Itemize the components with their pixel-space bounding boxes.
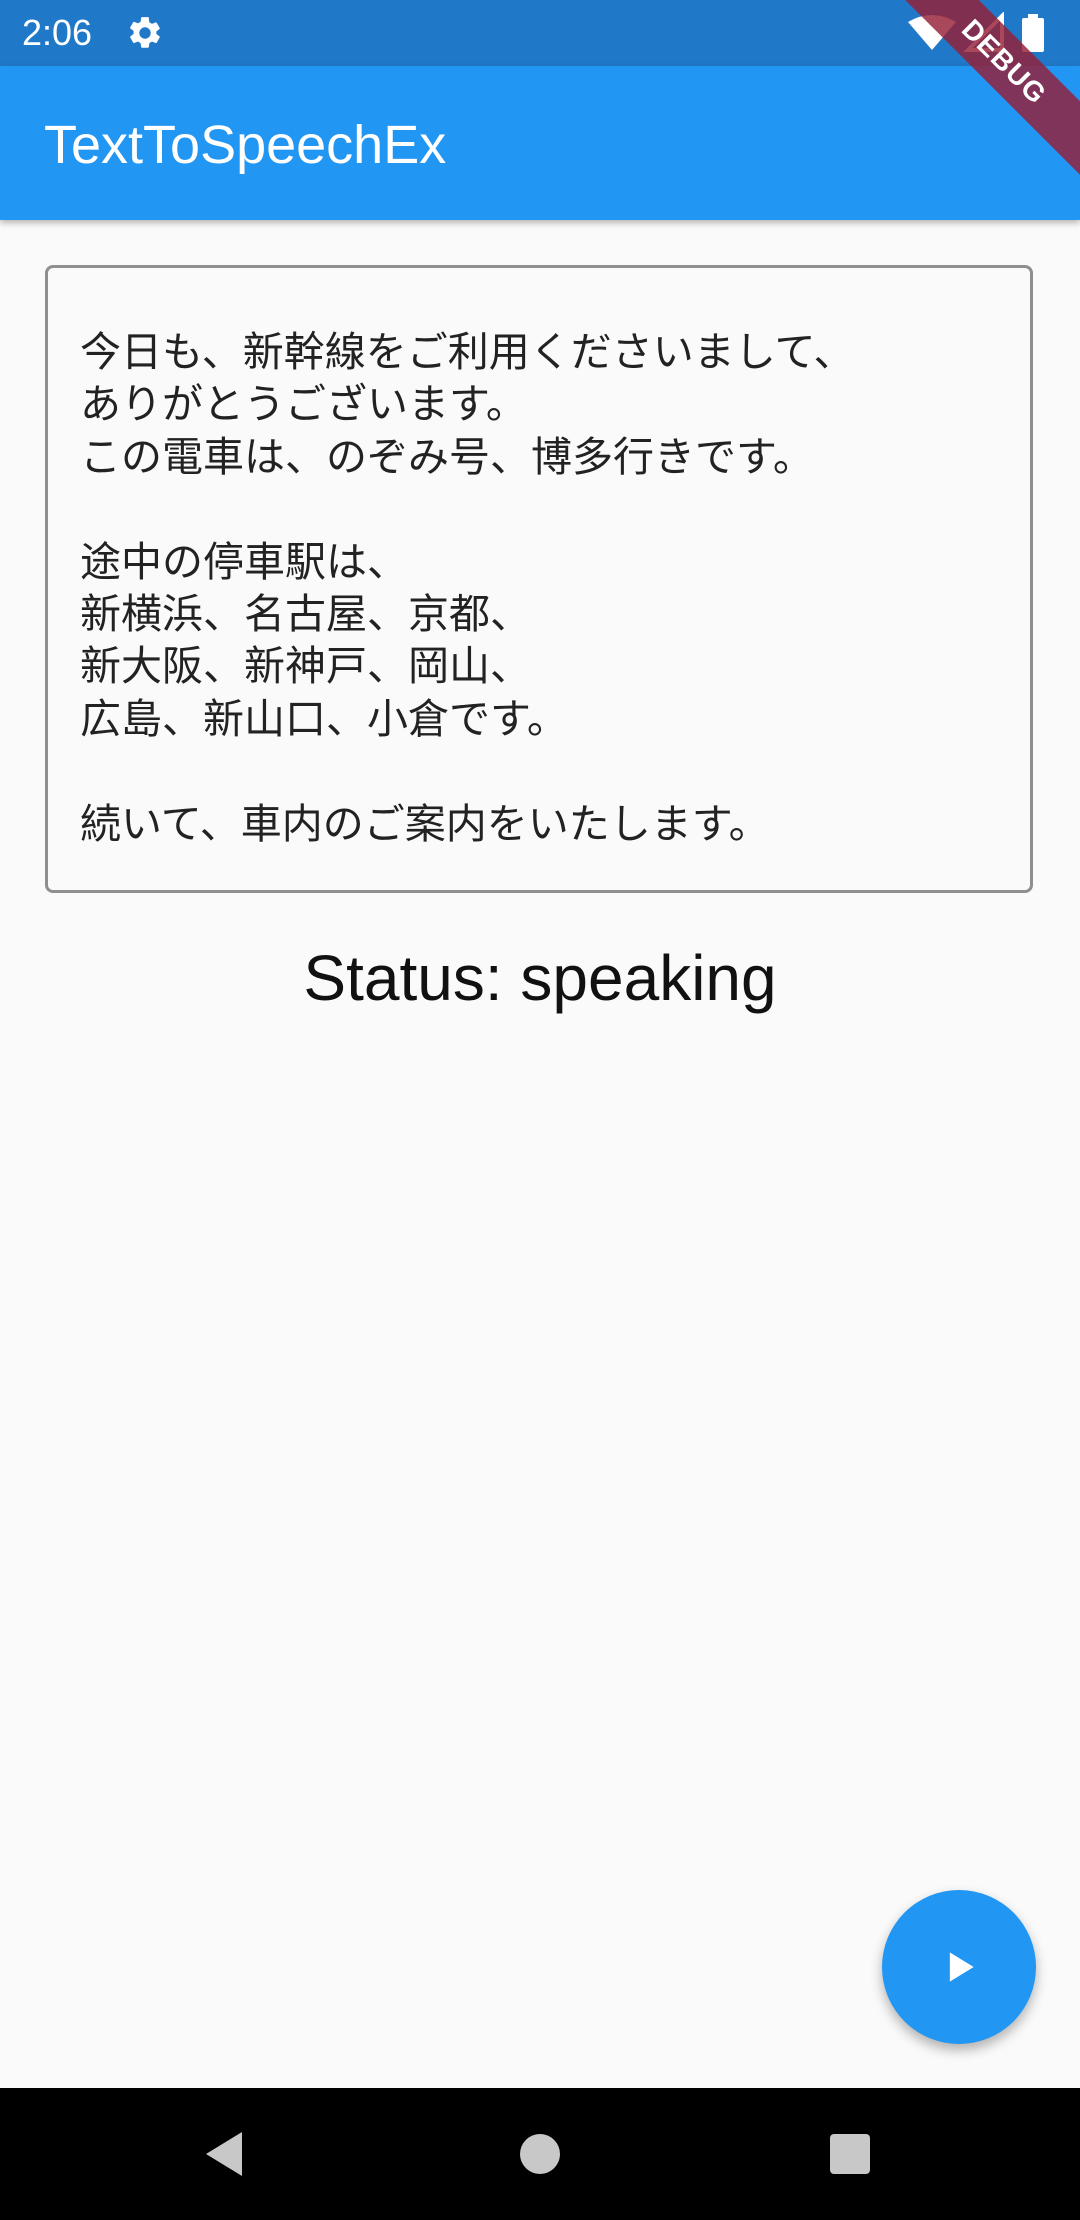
status-time: 2:06 bbox=[22, 12, 93, 53]
battery-icon bbox=[1022, 14, 1044, 52]
app-bar: TextToSpeechEx bbox=[0, 66, 1080, 220]
status-icons bbox=[908, 12, 1044, 52]
home-icon[interactable] bbox=[512, 2126, 568, 2182]
recents-icon[interactable] bbox=[822, 2126, 878, 2182]
speech-text[interactable]: 今日も、新幹線をご利用くださいまして、 ありがとうございます。 この電車は、のぞ… bbox=[80, 326, 1000, 850]
speech-text-field[interactable]: 今日も、新幹線をご利用くださいまして、 ありがとうございます。 この電車は、のぞ… bbox=[45, 265, 1033, 893]
play-button[interactable] bbox=[882, 1890, 1036, 2044]
play-icon bbox=[949, 1952, 974, 1982]
signal-icon bbox=[963, 12, 1004, 52]
status-bar: 2:06 bbox=[0, 0, 1080, 66]
back-icon[interactable] bbox=[198, 2126, 254, 2182]
nav-bar bbox=[0, 2088, 1080, 2220]
app-title: TextToSpeechEx bbox=[44, 115, 447, 175]
gear-icon bbox=[130, 17, 160, 48]
status-text: Status: speaking bbox=[303, 942, 777, 1014]
wifi-icon bbox=[908, 15, 956, 50]
